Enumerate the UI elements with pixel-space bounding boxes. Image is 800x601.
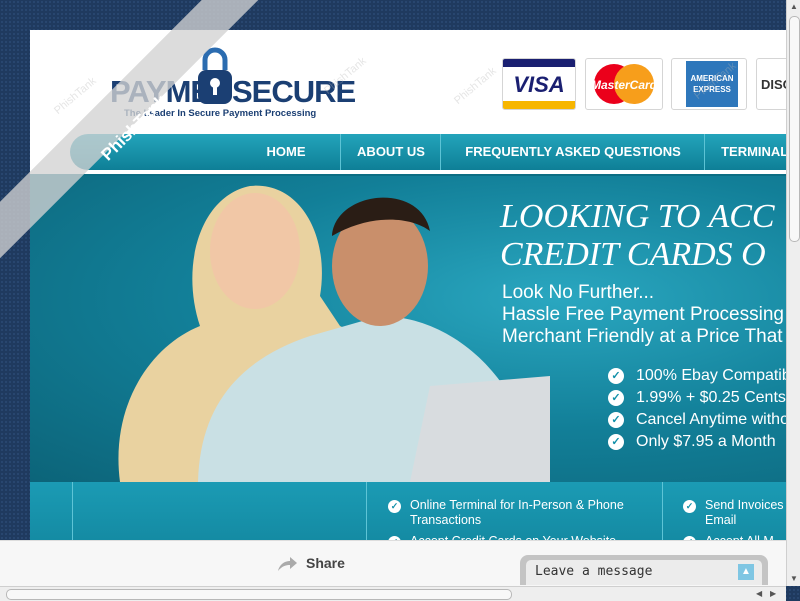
feature-item: ✓ Online Terminal for In-Person & Phone T… [388, 498, 650, 528]
list-item: ✓ Cancel Anytime witho [608, 409, 786, 431]
mastercard-logo: MasterCard [585, 58, 663, 110]
benefit-text: 1.99% + $0.25 Cents [636, 389, 786, 406]
nav-about-us[interactable]: ABOUT US [340, 134, 441, 170]
benefit-text: 100% Ebay Compatibl [636, 367, 786, 384]
svg-text:VISA: VISA [513, 72, 564, 97]
hero-banner: LOOKING TO ACC CREDIT CARDS O Look No Fu… [30, 176, 786, 482]
list-item: ✓ 1.99% + $0.25 Cents [608, 387, 786, 409]
list-item: ✓ 100% Ebay Compatibl [608, 365, 786, 387]
benefit-text: Only $7.95 a Month [636, 433, 776, 450]
list-item: ✓ Only $7.95 a Month [608, 431, 786, 453]
nav-home[interactable]: HOME [232, 134, 340, 170]
expand-chat-icon[interactable]: ▲ [738, 564, 754, 580]
feature-item: ✓ Send Invoices Email [683, 498, 786, 528]
check-icon: ✓ [388, 500, 401, 513]
hero-benefits-list: ✓ 100% Ebay Compatibl ✓ 1.99% + $0.25 Cent… [608, 365, 786, 453]
couple-with-laptop-image [118, 185, 550, 482]
hero-subtext-line3: Merchant Friendly at a Price That [502, 326, 783, 347]
benefit-text: Cancel Anytime witho [636, 411, 786, 428]
nav-terminals[interactable]: TERMINALS [704, 134, 786, 170]
scroll-down-icon[interactable]: ▼ [790, 574, 798, 583]
hero-headline-line2: CREDIT CARDS O [500, 236, 766, 273]
feature-text: Send Invoices Email [705, 498, 784, 527]
horizontal-scroll-thumb[interactable] [6, 589, 512, 600]
vertical-scroll-thumb[interactable] [789, 16, 800, 242]
hero-subtext-line1: Look No Further... [502, 282, 655, 303]
visa-card-logo: VISA [502, 58, 576, 110]
feature-text: Online Terminal for In-Person & Phone Tr… [410, 498, 624, 527]
live-chat-widget[interactable]: Leave a message ▲ [520, 555, 768, 585]
hero-subtext-line2: Hassle Free Payment Processing th [502, 304, 786, 325]
discover-card-logo: DISC [756, 58, 786, 110]
scroll-left-icon[interactable]: ◀ [756, 589, 762, 598]
svg-text:MasterCard: MasterCard [591, 78, 658, 92]
share-button[interactable]: Share [306, 555, 345, 571]
hero-headline-line1: LOOKING TO ACC [500, 198, 775, 235]
svg-text:DISC: DISC [761, 77, 786, 92]
watermark-text: PhishTank [452, 65, 499, 107]
hero-headline: LOOKING TO ACC CREDIT CARDS O [500, 198, 786, 274]
live-chat-label: Leave a message [535, 564, 653, 579]
main-navigation: HOME ABOUT US FREQUENTLY ASKED QUESTIONS… [70, 134, 786, 170]
live-chat-tab[interactable]: Leave a message ▲ [526, 560, 762, 585]
share-arrow-icon [278, 557, 297, 571]
check-icon: ✓ [608, 390, 624, 406]
scroll-up-icon[interactable]: ▲ [790, 2, 798, 11]
check-icon: ✓ [683, 500, 696, 513]
horizontal-scrollbar[interactable]: ◀ ▶ [0, 586, 786, 601]
scroll-right-icon[interactable]: ▶ [770, 589, 776, 598]
vertical-scrollbar[interactable]: ▲ ▼ [786, 0, 800, 586]
nav-faq[interactable]: FREQUENTLY ASKED QUESTIONS [440, 134, 705, 170]
check-icon: ✓ [608, 434, 624, 450]
hero-subtext: Look No Further... Hassle Free Payment P… [502, 282, 786, 348]
check-icon: ✓ [608, 412, 624, 428]
check-icon: ✓ [608, 368, 624, 384]
